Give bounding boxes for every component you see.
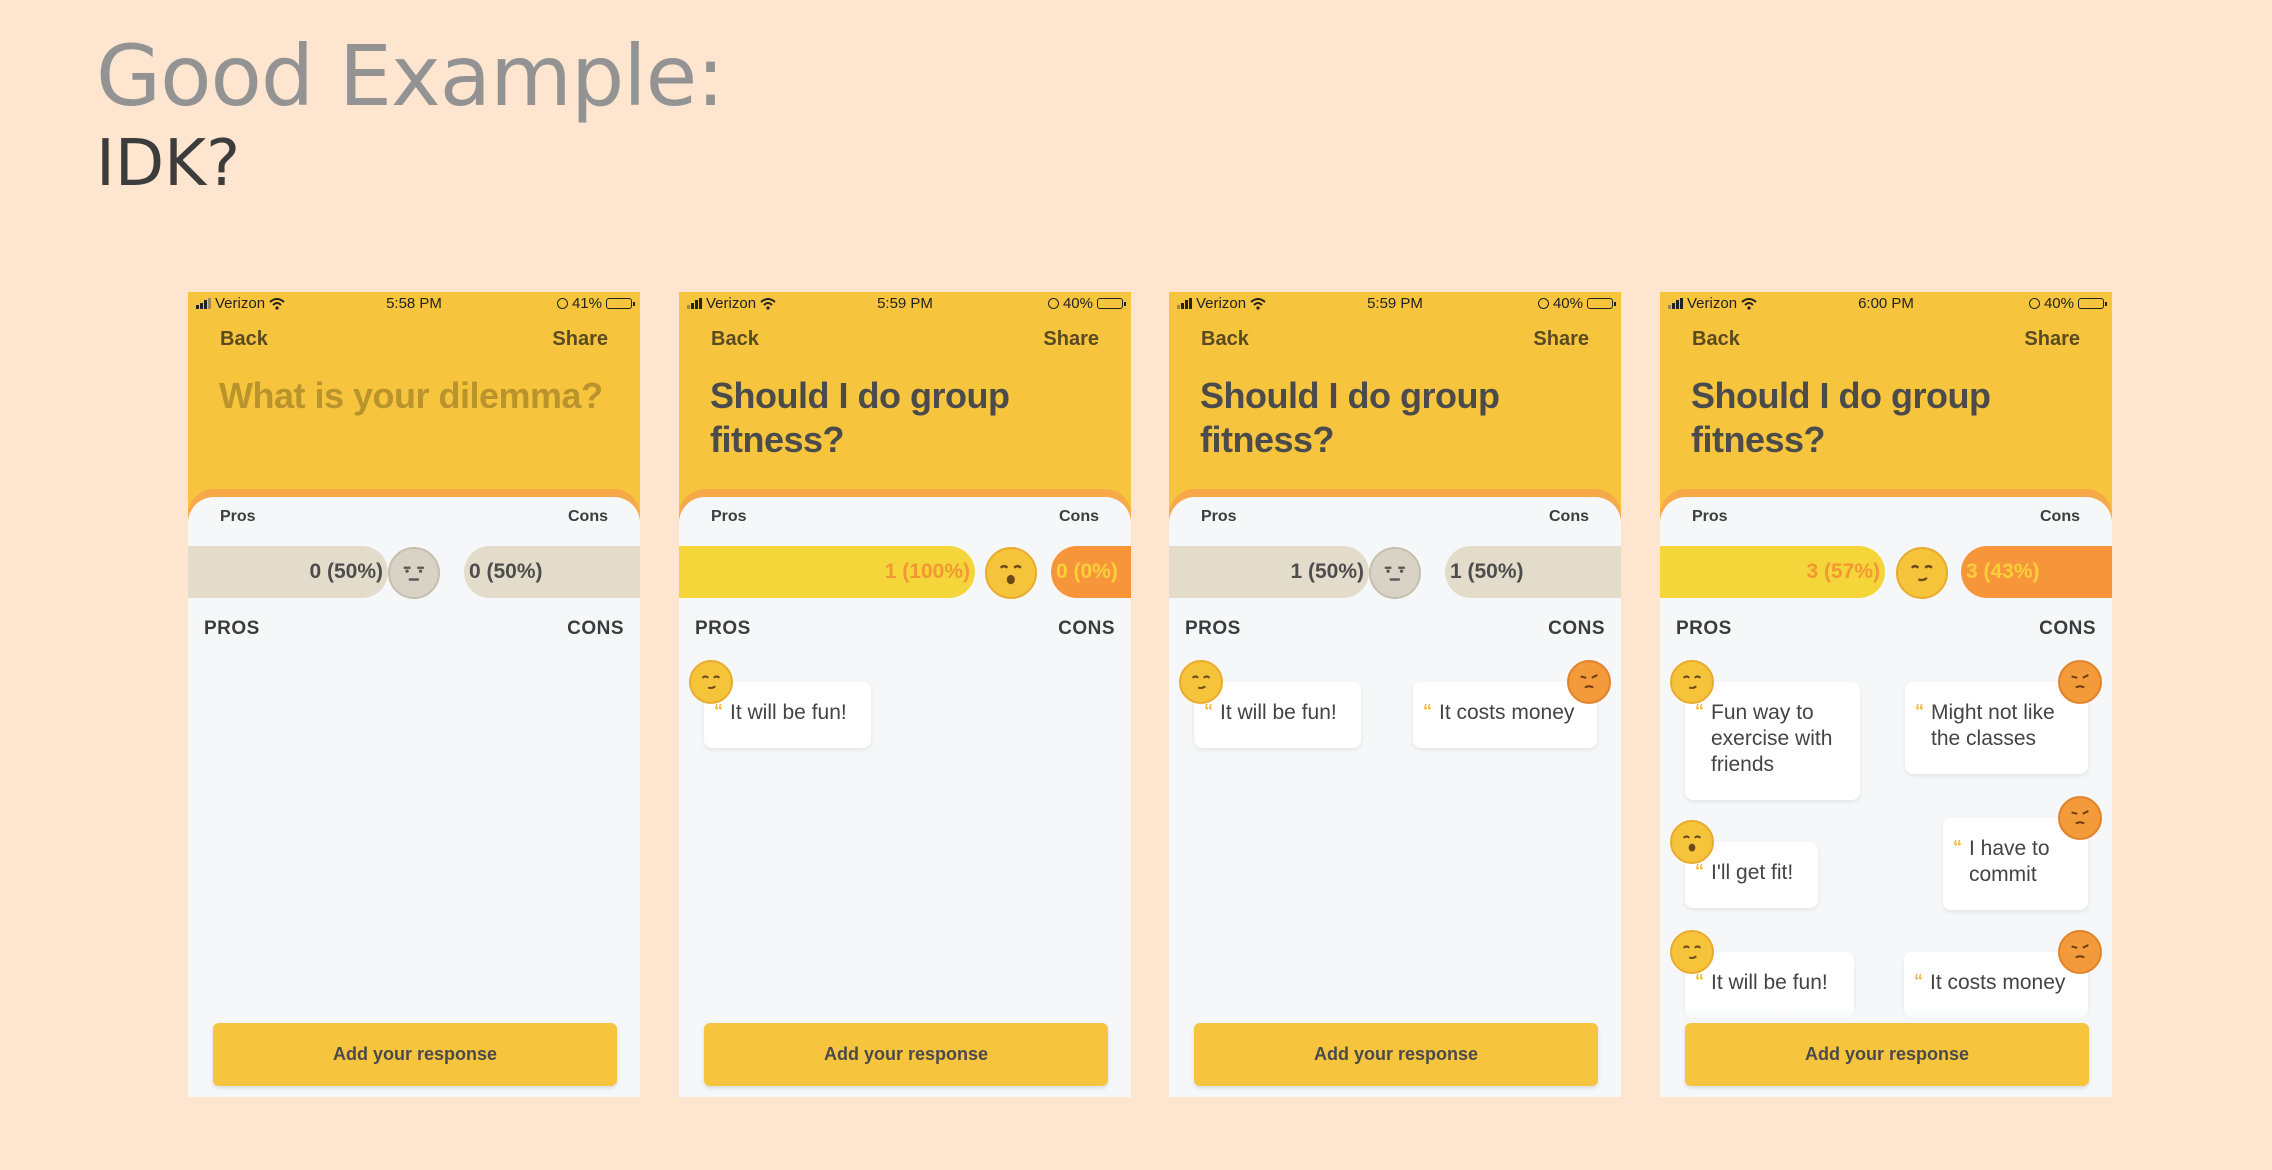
cons-label: Cons xyxy=(568,508,608,525)
cons-column-header: CONS xyxy=(2039,618,2096,639)
pros-column-header: PROS xyxy=(1676,618,1732,639)
con-card-text: It costs money xyxy=(1930,971,2066,994)
cons-tally-bar: 1 (50%) xyxy=(1445,546,1621,598)
neutral-face-icon xyxy=(1369,547,1421,599)
slide-title: Good Example: xyxy=(96,27,725,125)
orientation-lock-icon xyxy=(1537,298,1549,309)
quote-icon: “ xyxy=(1423,701,1432,721)
back-button[interactable]: Back xyxy=(1201,328,1249,351)
status-bar: Verizon 5:58 PM 41% xyxy=(188,292,640,316)
pros-label: Pros xyxy=(1692,508,1728,525)
back-button[interactable]: Back xyxy=(1692,328,1740,351)
status-bar: Verizon 5:59 PM 40% xyxy=(679,292,1131,316)
status-bar: Verizon 5:59 PM 40% xyxy=(1169,292,1621,316)
smirk-face-icon xyxy=(1179,660,1223,704)
pro-card-text: It will be fun! xyxy=(1220,701,1337,724)
pros-tally-bar: 3 (57%) xyxy=(1660,546,1885,598)
add-response-button[interactable]: Add your response xyxy=(213,1023,617,1086)
share-button[interactable]: Share xyxy=(552,328,608,351)
dilemma-question: Should I do group fitness? xyxy=(1691,375,1991,460)
pros-label: Pros xyxy=(220,508,256,525)
excited-face-icon xyxy=(1670,820,1714,864)
cons-tally-bar: 3 (43%) xyxy=(1961,546,2112,598)
pro-card-text: It will be fun! xyxy=(730,701,847,724)
neutral-face-icon xyxy=(388,547,440,599)
pro-card-text: Fun way to exercise with friends xyxy=(1711,701,1833,776)
phone-screen-3: Verizon 5:59 PM 40% Back Share Should I … xyxy=(1169,292,1621,1097)
cons-tally-bar: 0 (0%) xyxy=(1051,546,1131,598)
pros-tally-bar: 1 (100%) xyxy=(679,546,975,598)
cons-label: Cons xyxy=(1059,508,1099,525)
skeptical-face-icon xyxy=(2058,930,2102,974)
pros-tally-bar: 0 (50%) xyxy=(188,546,388,598)
back-button[interactable]: Back xyxy=(711,328,759,351)
cons-tally-bar: 0 (50%) xyxy=(464,546,640,598)
orientation-lock-icon xyxy=(1047,298,1059,309)
con-card-text: It costs money xyxy=(1439,701,1575,724)
quote-icon: “ xyxy=(1914,971,1923,991)
cons-label: Cons xyxy=(1549,508,1589,525)
con-card-text: I have to commit xyxy=(1969,837,2050,886)
pros-column-header: PROS xyxy=(204,618,260,639)
pro-card-text: It will be fun! xyxy=(1711,971,1828,994)
share-button[interactable]: Share xyxy=(2024,328,2080,351)
pro-card-text: I'll get fit! xyxy=(1711,861,1794,884)
pros-column-header: PROS xyxy=(695,618,751,639)
cons-column-header: CONS xyxy=(567,618,624,639)
smirk-face-icon xyxy=(1670,930,1714,974)
pros-label: Pros xyxy=(711,508,747,525)
con-card[interactable]: “ Might not like the classes xyxy=(1905,682,2088,774)
dilemma-question: Should I do group fitness? xyxy=(710,375,1010,460)
add-response-button[interactable]: Add your response xyxy=(704,1023,1108,1086)
skeptical-face-icon xyxy=(2058,796,2102,840)
skeptical-face-icon xyxy=(2058,660,2102,704)
battery-percent: 40% xyxy=(1062,295,1093,312)
orientation-lock-icon xyxy=(556,298,568,309)
quote-icon: “ xyxy=(1915,701,1924,721)
quote-icon: “ xyxy=(1953,837,1962,857)
phone-screen-1: Verizon 5:58 PM 41% Back Share What is y… xyxy=(188,292,640,1097)
smirk-face-icon xyxy=(1670,660,1714,704)
scroll-fade xyxy=(1660,1005,2112,1023)
status-bar: Verizon 6:00 PM 40% xyxy=(1660,292,2112,316)
orientation-lock-icon xyxy=(2028,298,2040,309)
battery-icon xyxy=(2078,298,2107,309)
phone-screen-4: Verizon 6:00 PM 40% Back Share Should I … xyxy=(1660,292,2112,1097)
pros-tally-bar: 1 (50%) xyxy=(1169,546,1369,598)
battery-icon xyxy=(1097,298,1126,309)
battery-percent: 40% xyxy=(2043,295,2074,312)
excited-face-icon xyxy=(985,547,1037,599)
cons-column-header: CONS xyxy=(1548,618,1605,639)
smirk-face-icon xyxy=(1896,547,1948,599)
back-button[interactable]: Back xyxy=(220,328,268,351)
smirk-face-icon xyxy=(689,660,733,704)
share-button[interactable]: Share xyxy=(1043,328,1099,351)
battery-percent: 41% xyxy=(571,295,602,312)
cons-label: Cons xyxy=(2040,508,2080,525)
battery-icon xyxy=(606,298,635,309)
battery-icon xyxy=(1587,298,1616,309)
pros-column-header: PROS xyxy=(1185,618,1241,639)
pro-card[interactable]: “Fun way to exercise with friends xyxy=(1685,682,1860,800)
battery-percent: 40% xyxy=(1552,295,1583,312)
skeptical-face-icon xyxy=(1567,660,1611,704)
add-response-button[interactable]: Add your response xyxy=(1194,1023,1598,1086)
phone-screen-2: Verizon 5:59 PM 40% Back Share Should I … xyxy=(679,292,1131,1097)
slide-subtitle: IDK? xyxy=(96,127,241,201)
dilemma-input[interactable]: What is your dilemma? xyxy=(219,374,619,418)
cons-column-header: CONS xyxy=(1058,618,1115,639)
add-response-button[interactable]: Add your response xyxy=(1685,1023,2089,1086)
con-card-text: Might not like the classes xyxy=(1931,701,2055,750)
share-button[interactable]: Share xyxy=(1533,328,1589,351)
pros-label: Pros xyxy=(1201,508,1237,525)
dilemma-question: Should I do group fitness? xyxy=(1200,375,1500,460)
